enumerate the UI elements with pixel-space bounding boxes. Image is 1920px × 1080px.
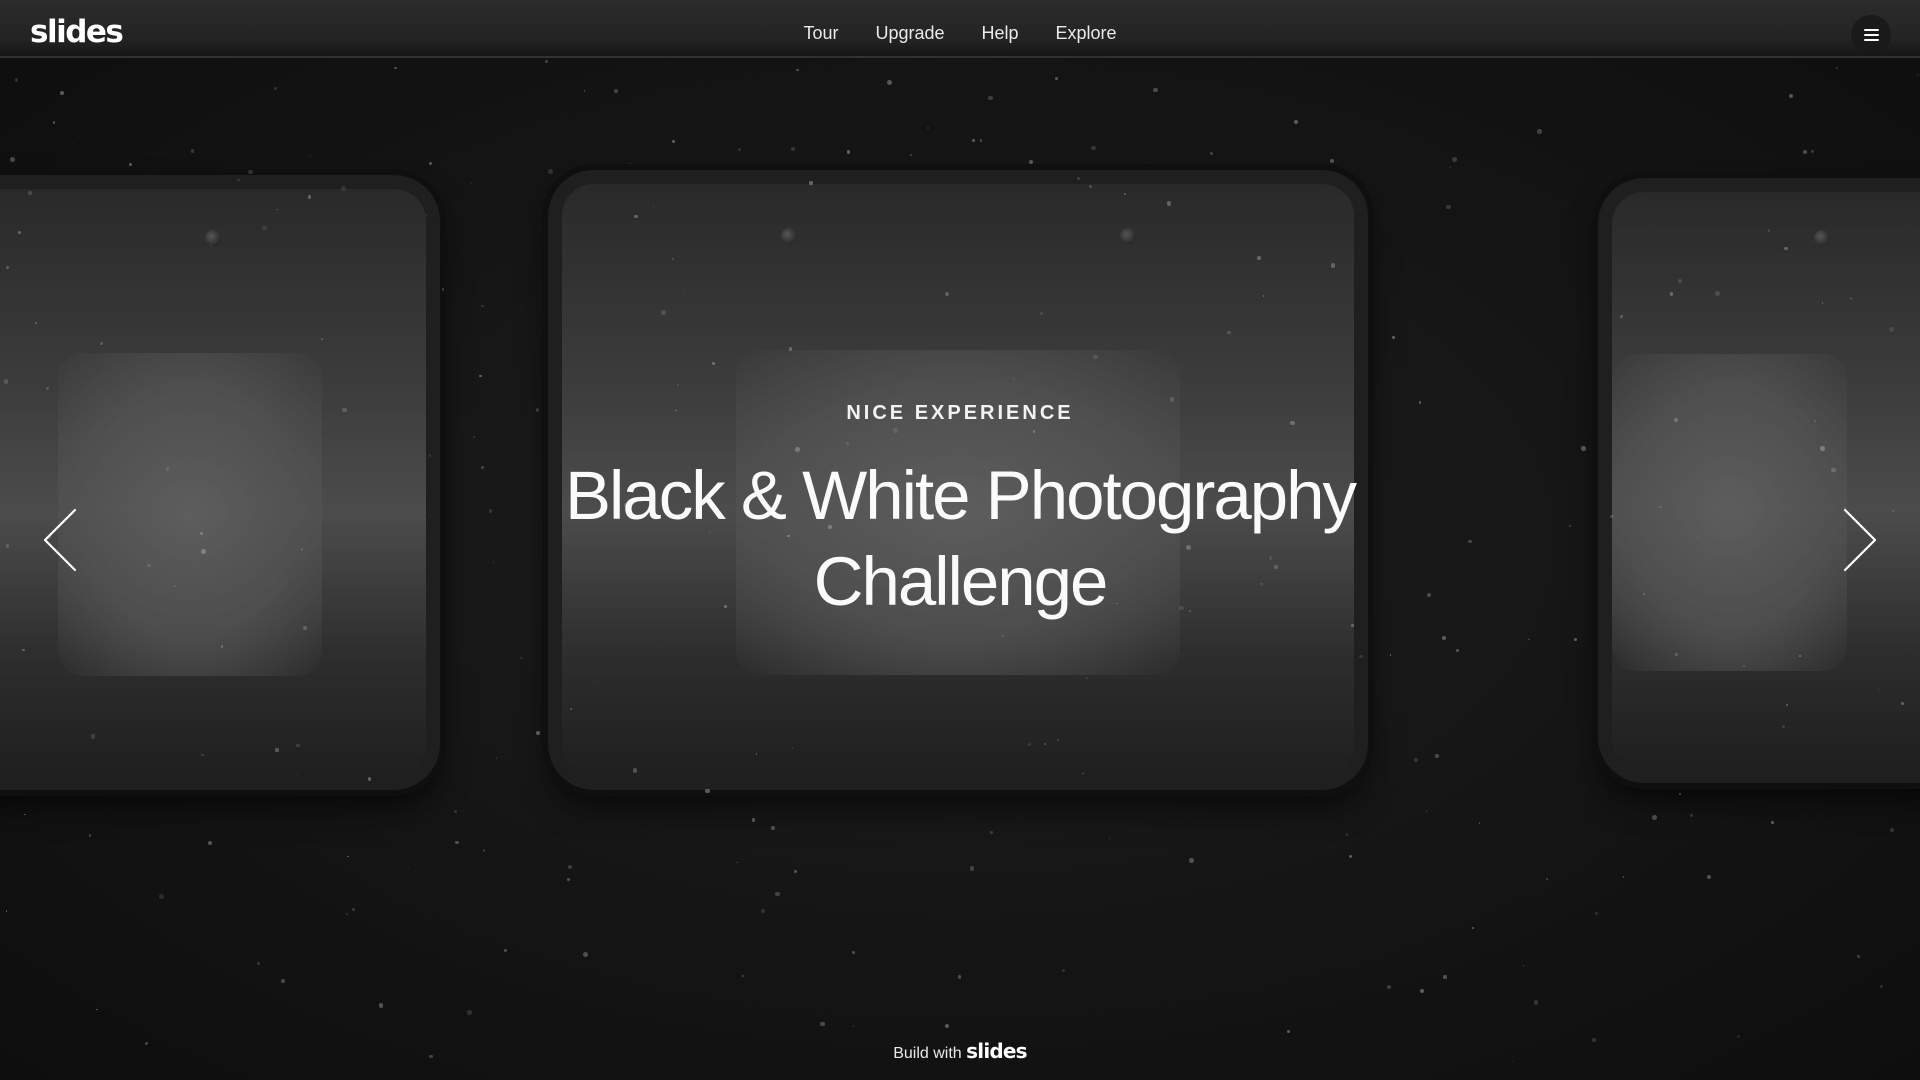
footer-credit[interactable]: Build with slides — [0, 1039, 1920, 1063]
hero-title-line-1: Black & White Photography — [565, 457, 1357, 534]
main-nav: Tour Upgrade Help Explore — [0, 23, 1920, 44]
hamburger-menu-icon — [1863, 39, 1879, 41]
nav-link-upgrade[interactable]: Upgrade — [875, 23, 944, 44]
previous-slide-button[interactable] — [40, 500, 90, 580]
hero-title-line-2: Challenge — [813, 543, 1109, 620]
hamburger-menu-icon — [1863, 34, 1879, 36]
footer-brand: slides — [966, 1039, 1027, 1063]
footer-prefix: Build with — [893, 1045, 962, 1062]
chevron-right-icon — [1843, 508, 1877, 572]
nav-link-explore[interactable]: Explore — [1056, 23, 1117, 44]
nav-link-tour[interactable]: Tour — [803, 23, 838, 44]
next-slide-button[interactable] — [1830, 500, 1880, 580]
hamburger-menu-icon — [1863, 29, 1879, 31]
hero-title: Black & White Photography Challenge — [460, 453, 1460, 625]
hero-section: NICE EXPERIENCE Black & White Photograph… — [460, 402, 1460, 625]
hero-eyebrow: NICE EXPERIENCE — [846, 402, 1074, 424]
top-navigation-bar: slides Tour Upgrade Help Explore — [0, 0, 1920, 68]
nav-link-help[interactable]: Help — [982, 23, 1019, 44]
hamburger-menu-button[interactable] — [1851, 15, 1891, 55]
chevron-left-icon — [43, 508, 77, 572]
